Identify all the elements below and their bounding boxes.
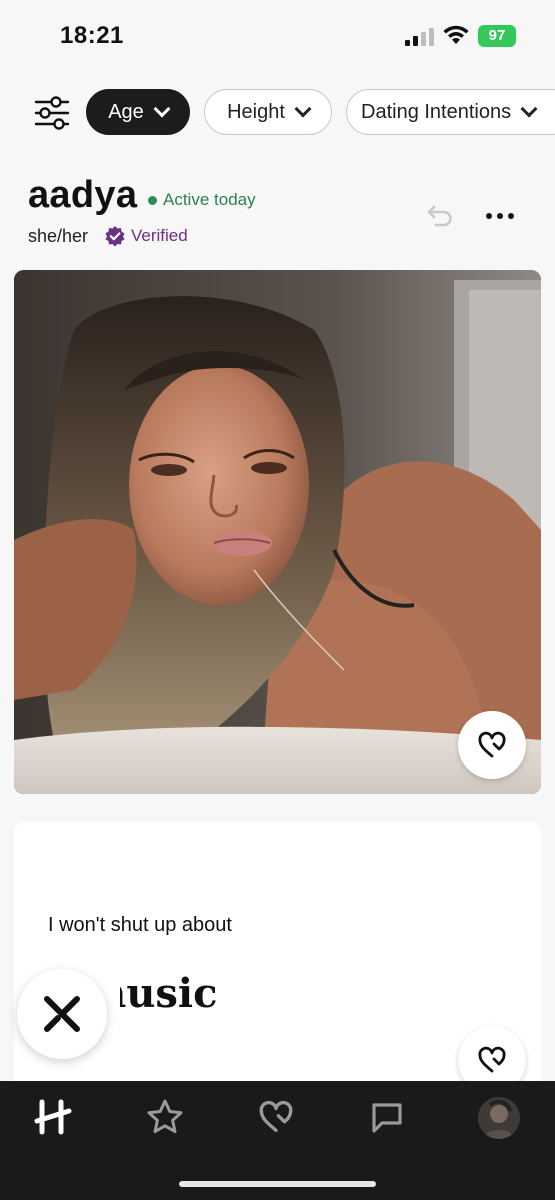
chevron-down-icon [520, 100, 538, 118]
more-options-icon[interactable] [484, 206, 516, 226]
home-indicator [179, 1181, 376, 1187]
nav-standouts[interactable] [145, 1097, 185, 1137]
battery-icon: 97 [478, 25, 516, 47]
filter-chip-label: Dating Intentions [361, 100, 512, 123]
chat-icon [372, 1103, 402, 1133]
like-photo-button[interactable] [458, 711, 526, 779]
active-status-dot [148, 196, 157, 205]
profile-name: aadya [28, 174, 138, 216]
heart-icon [478, 1046, 506, 1073]
nav-home[interactable] [34, 1097, 74, 1137]
filter-chip-label: Height [227, 100, 285, 123]
heart-icon [478, 731, 506, 758]
prompt-question: I won't shut up about [48, 914, 232, 936]
active-status-text: Active today [163, 190, 256, 209]
verified-badge-icon [105, 226, 125, 247]
filter-bar: Age Height Dating Intentions [0, 84, 555, 142]
prompt-card: I won't shut up about music [14, 822, 541, 1122]
profile-photo-card[interactable] [14, 270, 541, 794]
chevron-down-icon [294, 100, 312, 118]
chevron-down-icon [153, 100, 171, 118]
status-bar: 18:21 97 [0, 0, 555, 80]
filter-chip-dating-intentions[interactable]: Dating Intentions [346, 89, 555, 135]
signal-icon [405, 28, 434, 46]
filter-chip-height[interactable]: Height [204, 89, 332, 135]
sliders-icon[interactable] [34, 96, 70, 130]
pronouns: she/her [28, 226, 89, 246]
close-icon [44, 996, 80, 1032]
home-logo-icon [34, 1099, 72, 1135]
wifi-icon [443, 25, 469, 44]
undo-icon[interactable] [426, 203, 454, 229]
avatar [478, 1097, 520, 1139]
filter-chip-label: Age [108, 100, 144, 123]
star-icon [147, 1099, 183, 1134]
nav-likes[interactable] [256, 1097, 296, 1137]
status-time: 18:21 [60, 22, 124, 49]
skip-button[interactable] [17, 969, 107, 1059]
nav-matches[interactable] [367, 1097, 407, 1137]
filter-chip-age[interactable]: Age [86, 89, 190, 135]
heart-icon [259, 1100, 293, 1133]
battery-level: 97 [488, 27, 506, 44]
nav-profile-avatar[interactable] [478, 1097, 520, 1139]
profile-photo [14, 270, 541, 794]
verified-label: Verified [131, 226, 188, 245]
